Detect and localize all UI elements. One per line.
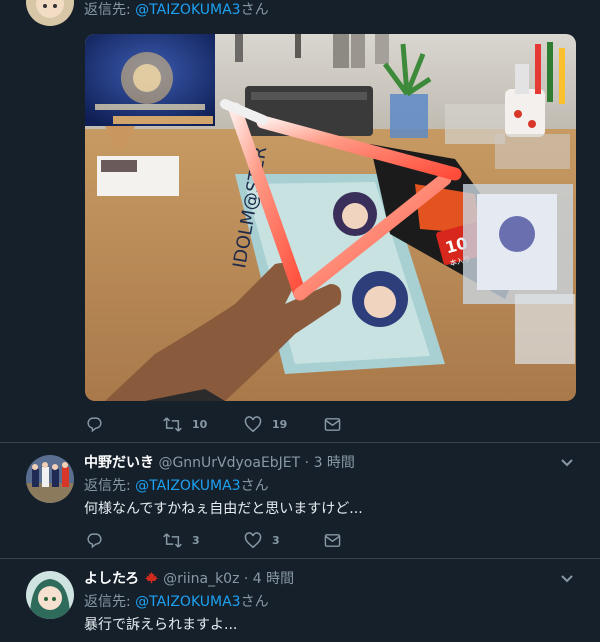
retweet-icon — [163, 532, 182, 548]
like-count: 3 — [272, 533, 280, 547]
display-name[interactable]: 中野だいき — [84, 455, 154, 471]
tweet-text: 暴行で訴えられますよ... — [84, 617, 238, 633]
like-count: 19 — [272, 417, 288, 431]
avatar[interactable] — [26, 0, 74, 26]
reply-to-line: 返信先: @TAIZOKUMA3さん — [84, 0, 580, 20]
separator-dot: · — [304, 455, 310, 471]
display-name[interactable]: よしたろ — [84, 571, 139, 587]
user-handle[interactable]: @riina_k0z — [163, 571, 239, 587]
tweet-header: 中野だいき @GnnUrVdyoaEbJET · 3 時間 — [84, 453, 580, 473]
heart-icon — [244, 531, 262, 548]
reply-button[interactable] — [86, 414, 113, 434]
avatar[interactable] — [26, 571, 74, 619]
tweet-photo[interactable]: IDOLM@STER 10 本入り — [85, 34, 576, 401]
like-button[interactable]: 3 — [244, 530, 280, 550]
timestamp[interactable]: 4 時間 — [253, 571, 294, 587]
dm-button[interactable] — [324, 530, 341, 550]
reply-to-suffix: さん — [240, 2, 269, 18]
retweet-button[interactable]: 3 — [163, 530, 200, 550]
maple-leaf-icon — [144, 571, 158, 584]
avatar[interactable] — [26, 455, 74, 503]
reply-to-prefix: 返信先: — [84, 594, 136, 610]
retweet-icon — [163, 416, 182, 432]
tweet-text: 何様なんですかねぇ自由だと思いますけど... — [84, 501, 363, 517]
reply-to-prefix: 返信先: — [84, 478, 136, 494]
like-button[interactable]: 19 — [244, 414, 287, 434]
chevron-down-icon[interactable] — [560, 455, 574, 469]
reply-icon — [87, 416, 102, 432]
retweet-button[interactable]: 10 — [163, 414, 207, 434]
tweet-3[interactable]: よしたろ @riina_k0z · 4 時間 返信先: @TAIZOKUMA3さ… — [0, 559, 600, 642]
retweet-count: 3 — [192, 533, 200, 547]
tweet-actions: 10 19 — [86, 414, 386, 434]
dm-button[interactable] — [324, 414, 341, 434]
heart-icon — [244, 415, 262, 432]
reply-mention-link[interactable]: @TAIZOKUMA3 — [135, 594, 240, 610]
tweet-actions: 3 3 — [86, 530, 386, 550]
reply-to-suffix: さん — [240, 594, 269, 610]
reply-to-line: 返信先: @TAIZOKUMA3さん — [84, 592, 580, 612]
reply-to-suffix: さん — [240, 478, 269, 494]
user-handle[interactable]: @GnnUrVdyoaEbJET — [158, 455, 300, 471]
reply-button[interactable] — [86, 530, 103, 550]
chevron-down-icon[interactable] — [560, 571, 574, 585]
reply-icon — [87, 532, 102, 548]
retweet-count: 10 — [192, 417, 208, 431]
tweet-1[interactable]: 返信先: @TAIZOKUMA3さん IDOLM@STER 10 本入り 10 … — [0, 0, 600, 442]
reply-to-prefix: 返信先: — [84, 2, 136, 18]
timestamp[interactable]: 3 時間 — [314, 455, 355, 471]
envelope-icon — [324, 417, 341, 431]
tweet-header: よしたろ @riina_k0z · 4 時間 — [84, 569, 580, 589]
reply-to-line: 返信先: @TAIZOKUMA3さん — [84, 476, 580, 496]
envelope-icon — [324, 533, 341, 547]
separator-dot: · — [243, 571, 249, 587]
tweet-2[interactable]: 中野だいき @GnnUrVdyoaEbJET · 3 時間 返信先: @TAIZ… — [0, 443, 600, 558]
reply-mention-link[interactable]: @TAIZOKUMA3 — [135, 478, 240, 494]
reply-mention-link[interactable]: @TAIZOKUMA3 — [135, 2, 240, 18]
